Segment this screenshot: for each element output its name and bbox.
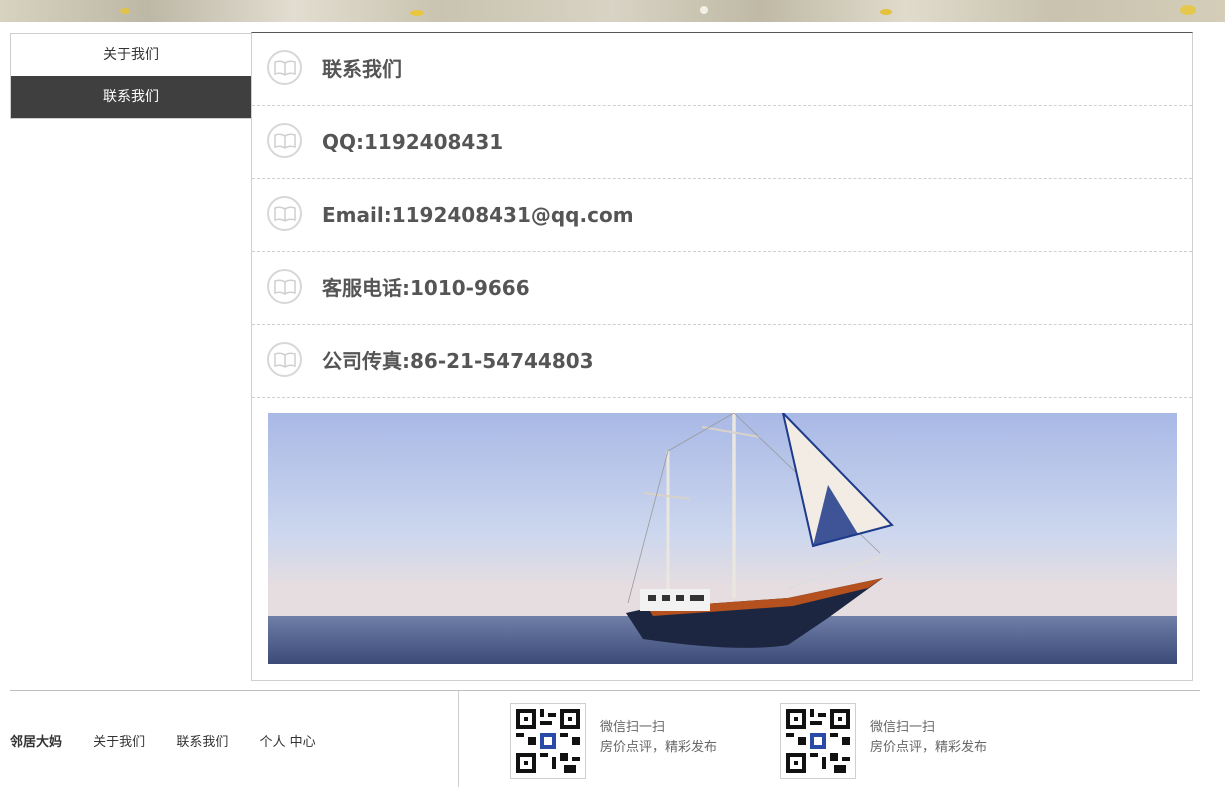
contact-qq: QQ:1192408431 xyxy=(322,130,504,154)
page-title: 联系我们 xyxy=(322,57,402,81)
contact-panel: 联系我们 QQ:1192408431 Email:1192408431@qq.c… xyxy=(251,32,1193,681)
contact-fax: 公司传真:86-21-54744803 xyxy=(322,349,594,373)
sidebar-item-contact[interactable]: 联系我们 xyxy=(11,76,251,118)
footer-link-contact[interactable]: 联系我们 xyxy=(176,735,228,750)
qr-caption-2: 微信扫一扫 房价点评，精彩发布 xyxy=(870,718,987,758)
contact-email: Email:1192408431@qq.com xyxy=(322,203,634,227)
footer-divider xyxy=(10,690,1200,691)
contact-phone: 客服电话:1010-9666 xyxy=(322,276,530,300)
contact-phone-row: 客服电话:1010-9666 xyxy=(252,252,1192,325)
contact-qq-row: QQ:1192408431 xyxy=(252,106,1192,179)
book-icon xyxy=(267,196,302,231)
sailboat-photo xyxy=(268,413,1177,664)
qr-caption-line2: 房价点评，精彩发布 xyxy=(600,740,718,755)
book-icon xyxy=(267,123,302,158)
contact-fax-row: 公司传真:86-21-54744803 xyxy=(252,325,1192,398)
sidebar-item-about[interactable]: 关于我们 xyxy=(11,34,251,76)
contact-email-row: Email:1192408431@qq.com xyxy=(252,179,1192,252)
footer-link-profile[interactable]: 个人 中心 xyxy=(259,735,315,750)
book-icon xyxy=(267,50,302,85)
sidebar-nav: 关于我们 联系我们 xyxy=(10,33,251,119)
top-banner-image xyxy=(0,0,1225,22)
footer-link-about[interactable]: 关于我们 xyxy=(93,735,145,750)
book-icon xyxy=(267,342,302,377)
qr-caption-line1: 微信扫一扫 xyxy=(870,720,936,735)
qr-caption-line1: 微信扫一扫 xyxy=(600,720,666,735)
contact-title-row: 联系我们 xyxy=(252,33,1192,106)
footer-vertical-divider xyxy=(458,691,459,787)
qr-caption-1: 微信扫一扫 房价点评，精彩发布 xyxy=(600,718,717,758)
wechat-qr-code xyxy=(510,703,586,779)
footer-brand: 邻居大妈 xyxy=(10,735,63,750)
qr-caption-line2: 房价点评，精彩发布 xyxy=(870,740,988,755)
footer-nav: 邻居大妈 关于我们 联系我们 个人 中心 xyxy=(10,731,343,750)
book-icon xyxy=(267,269,302,304)
wechat-qr-code xyxy=(780,703,856,779)
